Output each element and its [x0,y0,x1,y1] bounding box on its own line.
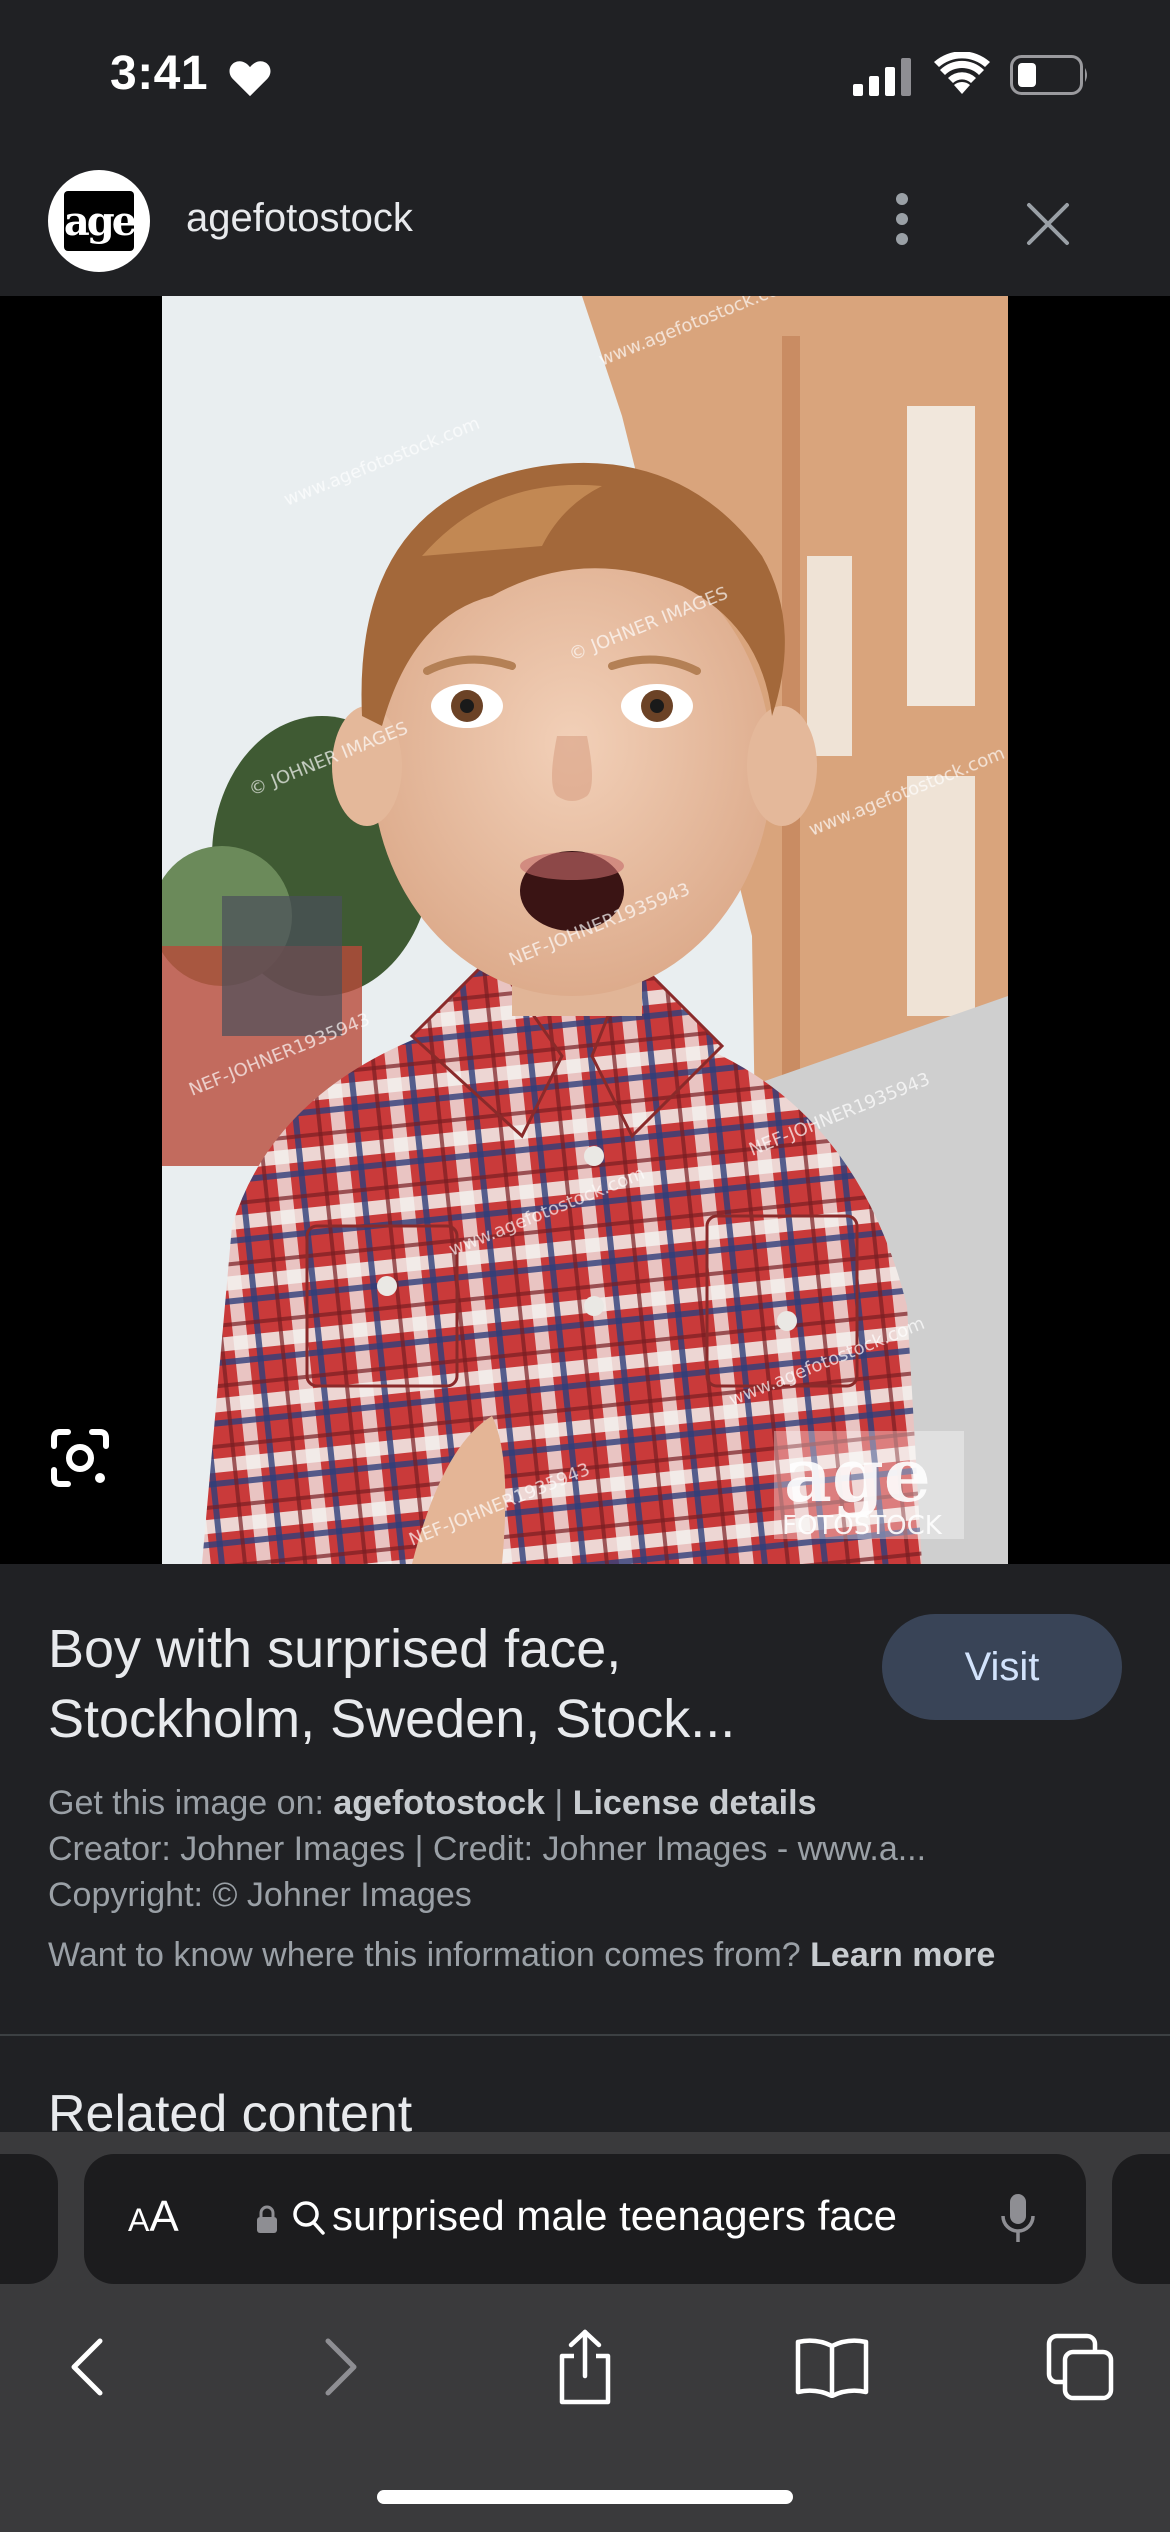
microphone-icon[interactable] [1000,2192,1036,2246]
tabs-icon [1046,2333,1114,2401]
book-icon [795,2338,869,2398]
more-vert-icon [896,193,908,245]
visit-button[interactable]: Visit [882,1614,1122,1720]
image-info-panel: Boy with surprised face, Stockholm, Swed… [0,1564,1170,2036]
agefotostock-corner-logo: age FOTOSTOCK [774,1431,964,1541]
share-icon [559,2329,611,2405]
chevron-left-icon [71,2338,103,2396]
meta-separator: | [544,1784,573,1822]
info-source-question: Want to know where this information come… [48,1936,811,1974]
divider [0,2034,1170,2036]
source-header: age agefotostock [0,150,1170,296]
info-source-line: Want to know where this information come… [48,1936,1138,1975]
lens-search-button[interactable] [48,1426,112,1490]
chevron-right-icon [325,2338,357,2396]
forward-button[interactable] [290,2317,390,2417]
battery-icon [1010,55,1087,95]
back-button[interactable] [38,2317,138,2417]
home-indicator[interactable] [377,2490,793,2504]
close-button[interactable] [1010,186,1086,262]
more-options-button[interactable] [880,184,924,254]
address-text[interactable]: surprised male teenagers face [332,2192,897,2240]
cellular-signal-icon [853,58,911,96]
learn-more-link[interactable]: Learn more [810,1936,995,1974]
get-image-source-link[interactable]: agefotostock [333,1784,545,1822]
svg-text:age: age [784,1433,931,1519]
lock-icon [257,2205,277,2233]
status-time: 3:41 [110,47,209,100]
previous-tab-peek[interactable] [0,2154,58,2284]
screen: 3:41 age agefotostock www.agefotostock.c… [0,0,1170,2532]
nav-row [0,2317,1170,2437]
get-image-line: Get this image on: agefotostock | Licens… [48,1784,1138,1823]
preview-image[interactable]: www.agefotostock.com www.agefotostock.co… [162,296,1008,1564]
share-button[interactable] [535,2317,635,2417]
source-logo-text: age [64,191,137,251]
source-name[interactable]: agefotostock [186,196,413,241]
browser-toolbar: AA surprised male teenagers face [0,2132,1170,2532]
creator-line: Creator: Johner Images | Credit: Johner … [48,1830,927,1868]
boy-photo: www.agefotostock.com www.agefotostock.co… [162,296,1008,1564]
next-tab-peek[interactable] [1112,2154,1170,2284]
image-viewer: www.agefotostock.com www.agefotostock.co… [0,296,1170,1564]
status-bar: 3:41 [0,0,1170,150]
heart-icon [229,61,271,97]
address-bar[interactable]: AA surprised male teenagers face [84,2154,1086,2284]
search-icon [293,2201,325,2235]
get-image-prefix: Get this image on: [48,1784,334,1822]
source-logo[interactable]: age [48,170,150,272]
license-details-link[interactable]: License details [573,1784,817,1822]
tabs-button[interactable] [1030,2317,1130,2417]
image-title[interactable]: Boy with surprised face, Stockholm, Swed… [48,1614,868,1754]
lens-icon [51,1429,109,1487]
svg-text:FOTOSTOCK: FOTOSTOCK [782,1511,943,1541]
reader-settings-button[interactable]: AA [128,2192,179,2242]
wifi-icon [934,52,990,94]
close-icon [1027,203,1069,245]
bookmarks-button[interactable] [782,2317,882,2417]
copyright-line: Copyright: © Johner Images [48,1876,472,1914]
